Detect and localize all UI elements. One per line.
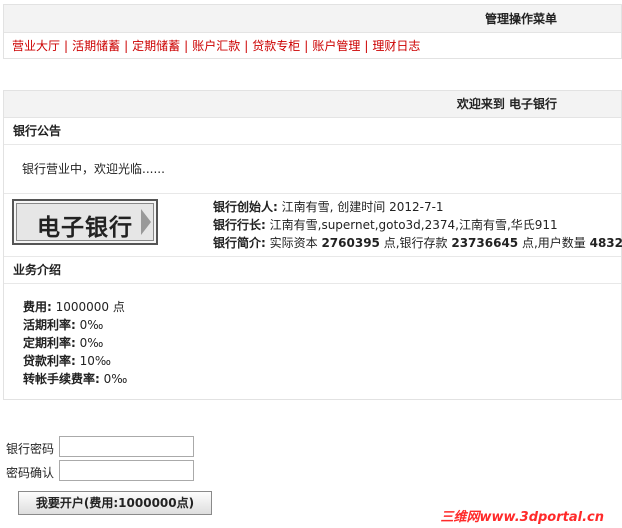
menu-item-fixed-savings[interactable]: 定期储蓄 (132, 39, 180, 53)
confirm-password-label: 密码确认 (6, 466, 55, 480)
president-value: 江南有雪,supernet,goto3d,2374,江南有雪,华氏911 (265, 218, 558, 232)
bank-info-row: 电子银行 银行创始人: 江南有雪, 创建时间 2012-7-1 银行行长: 江南… (4, 194, 622, 257)
menu-separator: | (244, 39, 249, 53)
business-item: 活期利率: 0‰ (23, 316, 621, 334)
menu-panel: 管理操作菜单 营业大厅 | 活期储蓄 | 定期储蓄 | 账户汇款 | 贷款专柜 | 账户管理 | 理财日… (3, 4, 622, 59)
menu-header: 管理操作菜单 (4, 5, 621, 33)
menu-separator: | (64, 39, 69, 53)
deposit-value: 23736645 (451, 236, 519, 250)
main-panel: 欢迎来到 电子银行 银行公告 银行营业中，欢迎光临...... 电子银行 银行创… (3, 90, 622, 400)
menu-nav: 营业大厅 | 活期储蓄 | 定期储蓄 | 账户汇款 | 贷款专柜 | 账户管理 | 理财日志 (4, 33, 621, 59)
intro-line: 银行简介: 实际资本 2760395 点,银行存款 23736645 点,用户数… (213, 234, 622, 252)
password-label: 银行密码 (6, 442, 55, 456)
menu-separator: | (304, 39, 309, 53)
menu-item-account-management[interactable]: 账户管理 (312, 39, 360, 53)
menu-separator: | (364, 39, 369, 53)
menu-item-loans[interactable]: 贷款专柜 (252, 39, 300, 53)
president-label: 银行行长: (213, 218, 266, 232)
menu-item-finance-log[interactable]: 理财日志 (372, 39, 420, 53)
founder-line: 银行创始人: 江南有雪, 创建时间 2012-7-1 (213, 198, 622, 216)
bank-logo-text: 电子银行 (37, 214, 133, 241)
site-watermark: 三维网www.3dportal.cn (440, 510, 604, 525)
confirm-password-input[interactable] (59, 460, 194, 481)
menu-item-hall[interactable]: 营业大厅 (12, 39, 60, 53)
menu-separator: | (184, 39, 189, 53)
menu-separator: | (124, 39, 129, 53)
business-item: 定期利率: 0‰ (23, 334, 621, 352)
business-value: 0‰ (75, 336, 104, 350)
intro-text: 实际资本 (265, 236, 322, 250)
intro-label: 银行简介: (213, 236, 266, 250)
business-label: 贷款利率: (23, 354, 76, 368)
founder-value: 江南有雪, 创建时间 2012-7-1 (277, 200, 444, 214)
business-label: 费用: (23, 300, 52, 314)
business-list: 费用: 1000000 点 活期利率: 0‰ 定期利率: 0‰ 贷款利率: 10… (4, 284, 621, 388)
password-input[interactable] (59, 436, 194, 457)
menu-item-current-savings[interactable]: 活期储蓄 (72, 39, 120, 53)
menu-item-remittance[interactable]: 账户汇款 (192, 39, 240, 53)
welcome-header: 欢迎来到 电子银行 (4, 91, 621, 118)
business-value: 10‰ (75, 354, 111, 368)
business-label: 转帐手续费率: (23, 372, 100, 386)
notice-title: 银行公告 (4, 118, 621, 145)
business-value: 1000000 点 (51, 300, 125, 314)
open-account-button[interactable]: 我要开户(费用:1000000点) (18, 491, 212, 515)
president-line: 银行行长: 江南有雪,supernet,goto3d,2374,江南有雪,华氏9… (213, 216, 622, 234)
business-label: 活期利率: (23, 318, 76, 332)
intro-text: 点,银行存款 (379, 236, 452, 250)
users-value: 4832 (589, 236, 622, 250)
business-item: 贷款利率: 10‰ (23, 352, 621, 370)
bank-logo: 电子银行 (12, 199, 158, 245)
business-item: 转帐手续费率: 0‰ (23, 370, 621, 388)
bank-info: 银行创始人: 江南有雪, 创建时间 2012-7-1 银行行长: 江南有雪,su… (213, 198, 622, 252)
founder-label: 银行创始人: (213, 200, 278, 214)
business-label: 定期利率: (23, 336, 76, 350)
notice-text: 银行营业中，欢迎光临...... (4, 145, 621, 194)
capital-value: 2760395 (321, 236, 380, 250)
business-title: 业务介绍 (4, 257, 621, 284)
business-value: 0‰ (75, 318, 104, 332)
intro-text: 点,用户数量 (518, 236, 590, 250)
business-item: 费用: 1000000 点 (23, 298, 621, 316)
business-value: 0‰ (99, 372, 128, 386)
